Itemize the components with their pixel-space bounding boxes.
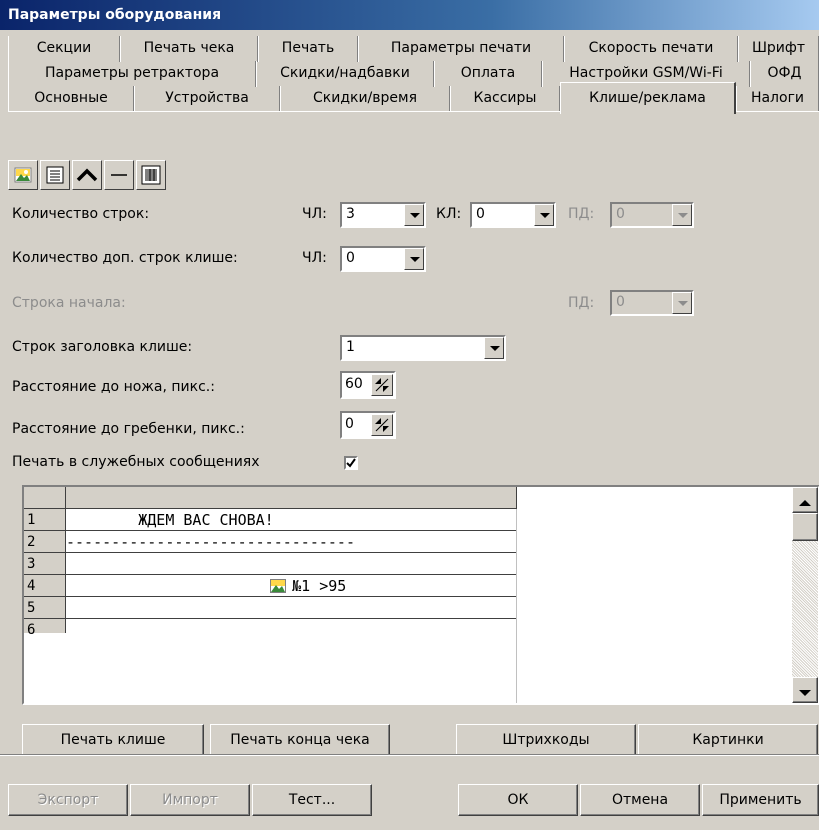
row-number: 2	[24, 531, 66, 553]
checkmark-icon	[346, 458, 356, 468]
tab-ofd[interactable]: ОФД	[750, 61, 819, 87]
scroll-down-button[interactable]	[792, 677, 818, 703]
import-button: Импорт	[130, 784, 250, 816]
tab-discounts-time[interactable]: Скидки/время	[280, 86, 450, 112]
footer-separator	[0, 754, 819, 756]
row-number: 6	[24, 619, 66, 638]
tab-devices[interactable]: Устройства	[134, 86, 280, 112]
grid-row-text[interactable]	[66, 575, 516, 597]
barcode-icon	[141, 165, 161, 185]
tab-retractor[interactable]: Параметры ретрактора	[8, 61, 256, 87]
tab-main[interactable]: Основные	[8, 86, 134, 112]
barcodes-button[interactable]: Штрихкоды	[456, 724, 636, 756]
knife-distance-spinner[interactable]: 60	[340, 371, 396, 399]
image-icon	[14, 167, 32, 183]
start-line-pd-label: ПД:	[568, 295, 595, 311]
lines-count-kl-label: КЛ:	[436, 206, 462, 222]
tab-font[interactable]: Шрифт	[738, 36, 819, 62]
row-number: 1	[24, 509, 66, 531]
tab-receipt-print[interactable]: Печать чека	[120, 36, 258, 62]
scroll-thumb[interactable]	[792, 513, 818, 541]
grid-header	[66, 487, 516, 509]
lines-count-chl-label: ЧЛ:	[302, 206, 327, 222]
tab-row-1: Секции Печать чека Печать Параметры печа…	[8, 36, 819, 62]
cancel-button[interactable]: Отмена	[580, 784, 700, 816]
chevron-down-icon	[672, 204, 692, 226]
extra-lines-chl-select[interactable]: 0	[340, 246, 426, 272]
spin-arrows-icon[interactable]	[371, 374, 393, 396]
grid-corner	[24, 487, 66, 509]
start-line-pd-select: 0	[610, 290, 694, 316]
extra-lines-label: Количество доп. строк клише:	[12, 250, 238, 266]
row-number: 4	[24, 575, 66, 597]
chevron-down-icon[interactable]	[404, 248, 424, 270]
tab-print-speed[interactable]: Скорость печати	[564, 36, 738, 62]
knife-distance-label: Расстояние до ножа, пикс.:	[12, 379, 215, 395]
lines-count-label: Количество строк:	[12, 206, 150, 222]
grid-row-image[interactable]: №1 >95	[66, 553, 516, 595]
scroll-up-button[interactable]	[792, 487, 818, 513]
tab-taxes[interactable]: Налоги	[736, 86, 819, 112]
tab-row-3: Основные Устройства Скидки/время Кассиры…	[8, 82, 819, 114]
cliche-grid[interactable]: 1 ЖДЕМ ВАС СНОВА! 2 --------------------…	[22, 485, 819, 705]
vertical-scrollbar[interactable]	[792, 487, 818, 703]
grid-row-text[interactable]	[66, 597, 516, 619]
chevron-down-icon[interactable]	[484, 337, 504, 359]
grid-row-text[interactable]: --------------------------------	[66, 531, 516, 553]
insert-arc-button[interactable]	[72, 160, 102, 190]
ok-button[interactable]: ОК	[458, 784, 578, 816]
header-lines-select[interactable]: 1	[340, 335, 506, 361]
print-service-checkbox[interactable]	[344, 456, 358, 470]
insert-line-button[interactable]	[104, 160, 134, 190]
print-receipt-end-button[interactable]: Печать конца чека	[210, 724, 390, 756]
tab-cashiers[interactable]: Кассиры	[450, 86, 560, 112]
comb-distance-spinner[interactable]: 0	[340, 411, 396, 439]
chevron-down-icon[interactable]	[534, 204, 554, 226]
tab-print-params[interactable]: Параметры печати	[358, 36, 564, 62]
comb-distance-label: Расстояние до гребенки, пикс.:	[12, 421, 245, 437]
line-icon	[111, 174, 127, 176]
tab-payment[interactable]: Оплата	[434, 61, 542, 87]
grid-row-text[interactable]: ЖДЕМ ВАС СНОВА!	[66, 509, 516, 531]
tab-print[interactable]: Печать	[258, 36, 358, 62]
header-lines-label: Строк заголовка клише:	[12, 339, 193, 355]
spin-arrows-icon[interactable]	[371, 414, 393, 436]
arc-icon	[76, 168, 98, 182]
insert-text-button[interactable]	[40, 160, 70, 190]
chevron-down-icon	[672, 292, 692, 314]
lines-count-chl-select[interactable]: 3	[340, 202, 426, 228]
text-lines-icon	[46, 166, 64, 184]
insert-image-button[interactable]	[8, 160, 38, 190]
window-title: Параметры оборудования	[0, 0, 819, 30]
test-button[interactable]: Тест...	[252, 784, 372, 816]
lines-count-pd-label: ПД:	[568, 206, 595, 222]
lines-count-pd-select: 0	[610, 202, 694, 228]
tab-discounts[interactable]: Скидки/надбавки	[256, 61, 434, 87]
print-service-label: Печать в служебных сообщениях	[12, 454, 260, 470]
extra-lines-chl-label: ЧЛ:	[302, 250, 327, 266]
lines-count-kl-select[interactable]: 0	[470, 202, 556, 228]
export-button: Экспорт	[8, 784, 128, 816]
print-cliche-button[interactable]: Печать клише	[22, 724, 204, 756]
row-number: 5	[24, 597, 66, 619]
row-number: 3	[24, 553, 66, 575]
insert-barcode-button[interactable]	[136, 160, 166, 190]
apply-button[interactable]: Применить	[702, 784, 819, 816]
pictures-button[interactable]: Картинки	[638, 724, 818, 756]
chevron-down-icon[interactable]	[404, 204, 424, 226]
tab-sections[interactable]: Секции	[8, 36, 120, 62]
tab-cliche-ads[interactable]: Клише/реклама	[560, 82, 736, 114]
start-line-label: Строка начала:	[12, 295, 126, 311]
